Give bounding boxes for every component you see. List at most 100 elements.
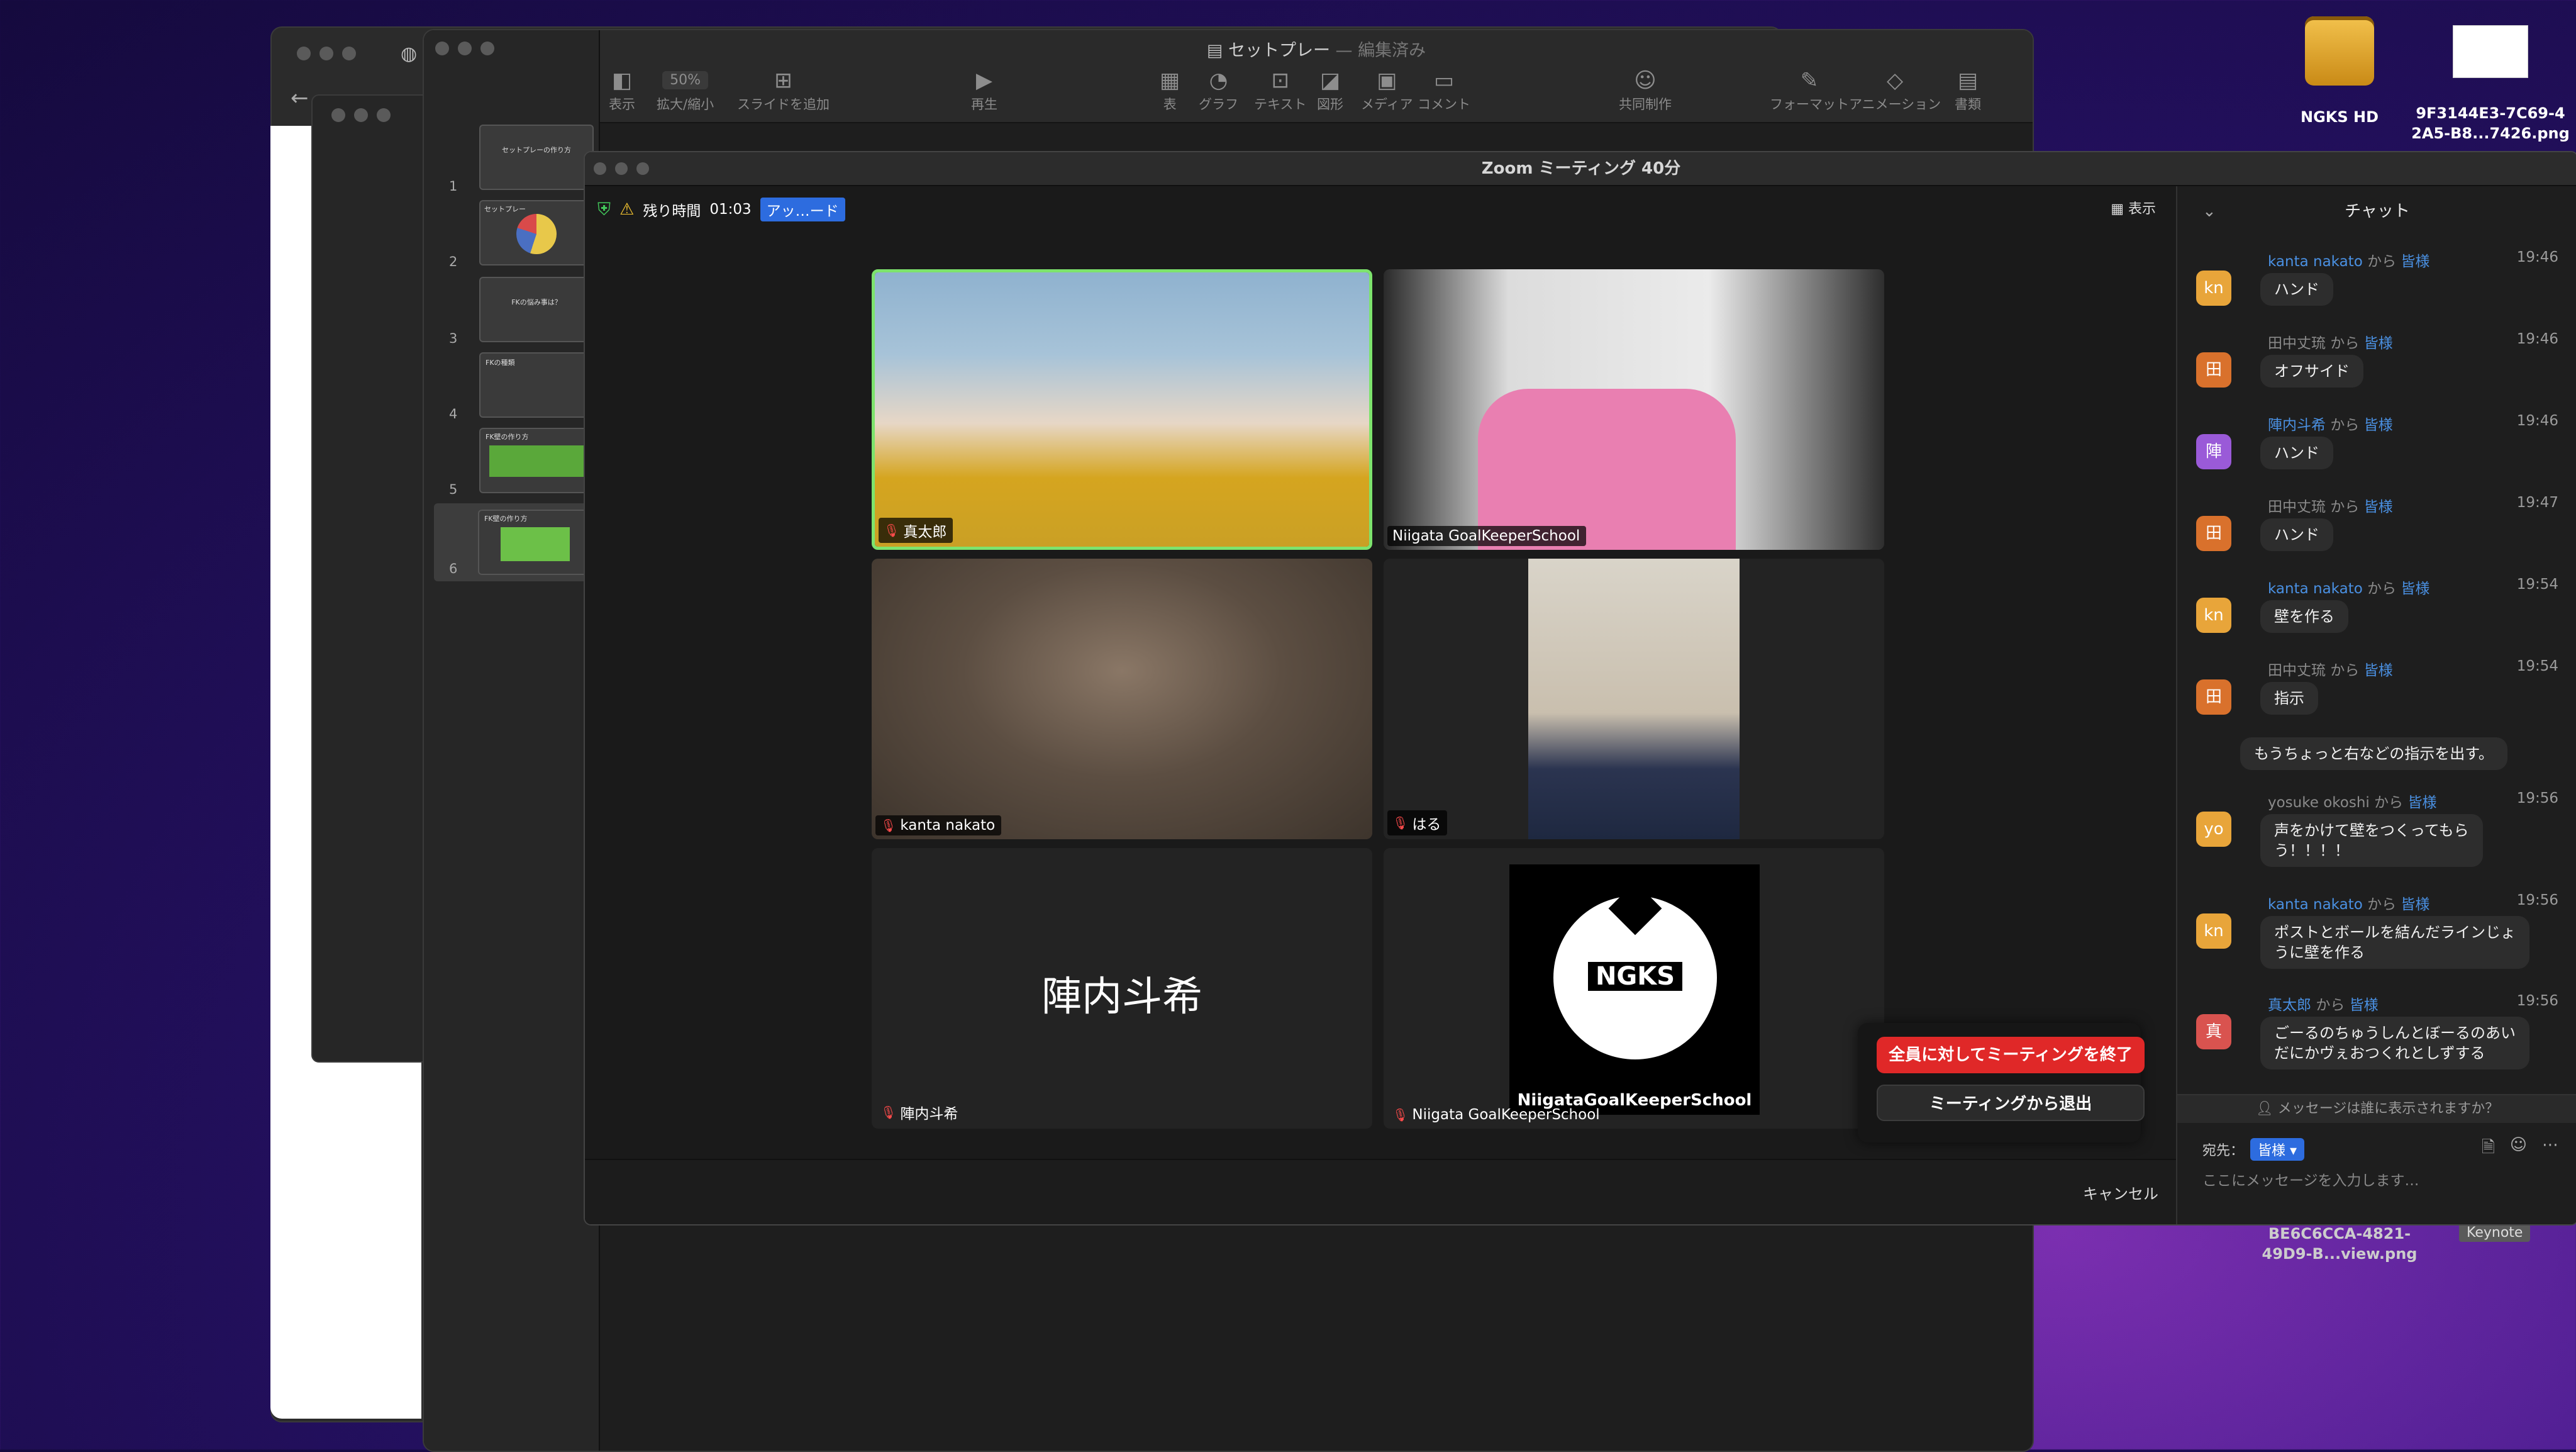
sender-name[interactable]: 陣内斗希 [2268,417,2326,433]
participant-tile[interactable]: 🎙︎ はる [1384,559,1884,839]
slide-number: 5 [449,482,458,497]
kn-zoom-dot[interactable] [480,42,494,55]
participant-tile[interactable]: 陣内斗希 🎙︎ 陣内斗希 [872,848,1372,1129]
tb-add-slide[interactable]: ⊞ スライドを追加 [737,67,830,113]
participant-tile[interactable]: NGKS NiigataGoalKeeperSchool 🎙︎ Niigata G… [1384,848,1884,1129]
desktop-png-item[interactable]: 9F3144E3-7C69-4 2A5-B8...7426.png [2409,13,2572,145]
upgrade-badge[interactable]: アッ…ード [760,198,845,221]
participant-name-tag: 🎙︎ Niigata GoalKeeperSchool [1387,1105,1606,1125]
more-icon[interactable]: ⋯ [2542,1136,2558,1163]
chevron-down-icon[interactable]: ⌄ [2202,186,2216,237]
slide-thumb-4[interactable]: 4 FKの種類 [436,352,594,422]
warning-icon: ⚠ [619,200,635,219]
participant-tile[interactable]: 🎙︎ kanta nakato [872,559,1372,839]
tb-shape[interactable]: ◪ 図形 [1317,67,1343,113]
end-meeting-for-all-button[interactable]: 全員に対してミーティングを終了 [1877,1037,2145,1073]
tb-comment[interactable]: ▭ コメント [1418,67,1470,113]
message-input[interactable]: ここにメッセージを入力します… [2202,1168,2552,1190]
message-time: 19:46 [2516,331,2558,347]
chat-message: kn kanta nakato から 皆様 19:46 ハンド [2196,249,2558,318]
slide-thumb-3[interactable]: 3 FKの悩み事は？ [436,277,594,346]
kn-close-dot[interactable] [435,42,449,55]
tb-zoom[interactable]: 50% 拡大/縮小 [657,67,714,113]
tb-media[interactable]: ▣ メディア [1361,67,1413,113]
keynote-doc-title: セットプレー [1228,41,1330,60]
cancel-button[interactable]: キャンセル [2083,1181,2158,1203]
zoom-min-dot[interactable] [615,162,628,175]
zoom-dot[interactable] [342,47,356,60]
desktop-png2-label-1: BE6C6CCA-4821- [2268,1225,2411,1243]
view-label: 表示 [2128,201,2156,217]
tb-collaborate[interactable]: ☺ 共同制作 [1619,67,1672,113]
tb-label: 共同制作 [1619,97,1672,112]
time-left-value: 01:03 [709,201,752,218]
tb-play[interactable]: ▶ 再生 [971,67,997,113]
sender-name[interactable]: yosuke okoshi [2268,795,2370,811]
zoom-bottom-bar: キャンセル [585,1159,2176,1224]
kn-min-dot[interactable] [458,42,472,55]
tb-label: スライドを追加 [737,97,830,112]
tb-view[interactable]: ◧ 表示 [609,67,635,113]
visibility-text: メッセージは誰に表示されますか？ [2277,1101,2499,1117]
security-shield-icon[interactable]: ⛨ [597,199,611,220]
tb-table[interactable]: ▦ 表 [1160,67,1180,113]
slide-thumb-1[interactable]: 1 セットプレーの作り方 [436,125,594,194]
tb-document[interactable]: ▤ 書類 [1955,67,1981,113]
sender-name[interactable]: kanta nakato [2268,254,2363,270]
sender-name[interactable]: 真太郎 [2268,997,2311,1014]
slide-title: セットプレー [484,205,526,213]
message-text: 指示 [2260,682,2318,715]
tb-text[interactable]: ⊡ テキスト [1254,67,1306,113]
participant-tile[interactable]: Niigata GoalKeeperSchool [1384,269,1884,550]
sender-name[interactable]: 田中丈琉 [2268,662,2326,679]
tb-label: 書類 [1955,97,1981,112]
slide-number: 2 [449,254,458,269]
pie-graphic [516,214,557,254]
tb-format[interactable]: ✎ フォーマット [1770,67,1849,113]
slide-number: 4 [449,406,458,422]
slide-thumb-6[interactable]: 6 FK壁の作り方 [434,503,599,581]
participant-name: kanta nakato [900,817,996,834]
leave-meeting-button[interactable]: ミーティングから退出 [1877,1085,2145,1121]
end-meeting-menu: 全員に対してミーティングを終了 ミーティングから退出 [1858,1023,2145,1142]
slide-thumb-2[interactable]: 2 セットプレー [436,200,594,269]
tb-chart[interactable]: ◔ グラフ [1199,67,1238,113]
table-icon: ▦ [1160,68,1180,93]
sender-name[interactable]: kanta nakato [2268,581,2363,597]
from-word: から [2330,417,2360,433]
media-icon: ▣ [1377,68,1397,93]
avatar: kn [2196,598,2231,633]
tb-animate[interactable]: ◇ アニメーション [1849,67,1941,113]
avatar: kn [2196,913,2231,949]
desktop-hd-item[interactable]: NGKS HD [2264,13,2415,138]
text-icon: ⊡ [1271,68,1289,93]
recipient-select[interactable]: 皆様 ▾ [2250,1138,2305,1161]
sender-name[interactable]: kanta nakato [2268,896,2363,913]
view-toggle[interactable]: ▦ 表示 [2111,198,2156,218]
collaborate-icon: ☺ [1634,68,1657,93]
message-sender: yosuke okoshi から 皆様 [2268,790,2436,812]
zoom-close-dot[interactable] [594,162,606,175]
tb-label: 図形 [1317,97,1343,112]
slide-thumb-5[interactable]: 5 FK壁の作り方 [436,428,594,497]
slide-title: FKの種類 [486,359,515,367]
zoom-select[interactable]: 50% [657,67,714,94]
format-icon: ✎ [1800,68,1819,93]
close-dot[interactable] [297,47,311,60]
avatar: 真 [2196,1014,2231,1049]
file-icon[interactable]: 🗎︎ [2482,1136,2495,1163]
visibility-info[interactable]: 👤︎ メッセージは誰に表示されますか？ [2177,1095,2576,1123]
desktop-png-item-2[interactable]: BE6C6CCA-4821- 49D9-B...view.png [2239,1224,2440,1264]
emoji-icon[interactable]: ☺ [2510,1136,2527,1163]
avatar: kn [2196,271,2231,306]
recipient: 皆様 [2401,254,2430,270]
sender-name[interactable]: 田中丈琉 [2268,335,2326,352]
back-arrow-icon[interactable]: ← [291,86,309,111]
keynote-tag: Keynote [2459,1224,2531,1242]
participant-tile[interactable]: 🎙︎ 真太郎 [872,269,1372,550]
minimize-dot[interactable] [319,47,333,60]
field-graphic [501,527,570,561]
logo-text: NGKS [1588,962,1682,991]
sender-name[interactable]: 田中丈琉 [2268,499,2326,515]
zoom-max-dot[interactable] [636,162,649,175]
